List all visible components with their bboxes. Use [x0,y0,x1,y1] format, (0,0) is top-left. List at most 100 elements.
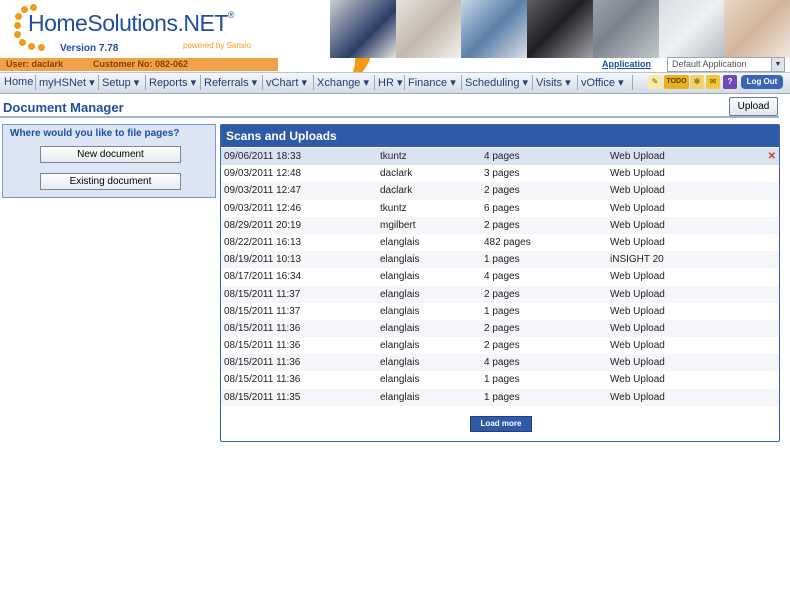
scan-pages: 4 pages [484,151,520,162]
page-title: Document Manager [3,100,124,115]
table-row[interactable]: 08/15/2011 11:36 elanglais 2 pages Web Uplo… [221,337,779,354]
scan-date: 09/03/2011 12:47 [224,185,302,197]
table-row[interactable]: 09/06/2011 18:33 tkuntz 4 pages Web Upload ✕ [221,148,779,166]
existing-document-button[interactable]: Existing document [40,173,181,190]
nav-finance[interactable]: Finance ▾ [408,76,456,89]
scan-user: tkuntz [380,202,407,214]
scan-pages: 482 pages [484,236,531,248]
user-info-bar: User: daclark Customer No: 082-062 [0,58,278,71]
nav-myhsnet[interactable]: myHSNet ▾ [39,76,95,89]
scan-pages: 2 pages [484,219,520,231]
table-row[interactable]: 08/29/2011 20:19 mgilbert 2 pages Web Uploa… [221,216,779,234]
gear-icon[interactable]: ✻ [690,75,704,89]
scan-source: Web Upload [610,374,665,386]
scan-date: 08/29/2011 20:19 [224,219,302,231]
scan-pages: 4 pages [484,271,520,283]
application-select[interactable]: Default Application ▼ [667,57,785,72]
scan-user: elanglais [380,391,420,403]
chevron-down-icon[interactable]: ▼ [771,58,784,71]
nav-setup[interactable]: Setup ▾ [102,76,139,89]
nav-visits[interactable]: Visits ▾ [536,76,571,89]
scan-date: 08/15/2011 11:35 [224,391,301,403]
scan-user: elanglais [380,271,420,283]
scans-panel-title: Scans and Uploads [226,129,337,143]
scan-user: daclark [380,168,413,180]
scans-and-uploads-panel: Scans and Uploads 09/06/2011 18:33 tkuntz… [220,124,780,442]
logout-button[interactable]: Log Out [741,75,783,89]
table-row[interactable]: 08/15/2011 11:36 elanglais 2 pages Web Uplo… [221,319,779,338]
current-user: User: daclark [6,59,64,69]
table-row[interactable]: 09/03/2011 12:48 daclark 3 pages Web Upload [221,165,779,182]
scan-source: Web Upload [610,236,665,248]
scan-user: elanglais [380,340,420,352]
scans-list: 09/06/2011 18:33 tkuntz 4 pages Web Upload ✕… [221,148,779,406]
version-label: Version 7.78 [60,43,119,54]
scan-source: Web Upload [610,288,665,300]
pencil-icon[interactable]: ✎ [648,75,662,89]
scans-panel-header: Scans and Uploads [221,125,779,147]
nav-referrals[interactable]: Referrals ▾ [204,76,257,89]
nav-reports[interactable]: Reports ▾ [149,76,196,89]
nav-vchart[interactable]: vChart ▾ [266,76,307,89]
application-link[interactable]: Application [602,59,651,69]
brand-name: HomeSolutions.NET® [28,10,235,36]
scan-date: 09/06/2011 18:33 [224,151,302,162]
upload-button[interactable]: Upload [729,97,778,116]
scan-date: 08/15/2011 11:37 [224,305,301,317]
scan-pages: 2 pages [484,185,520,197]
nav-home[interactable]: Home [4,76,33,88]
scan-pages: 2 pages [484,288,520,300]
brand-logo[interactable]: HomeSolutions.NET® Version 7.78 powered … [0,0,300,58]
scan-date: 08/15/2011 11:36 [224,357,301,369]
table-row[interactable]: 08/19/2011 10:13 elanglais 1 pages iNSIGHT … [221,251,779,269]
table-row[interactable]: 09/03/2011 12:46 tkuntz 6 pages Web Upload [221,200,779,217]
main-nav: Home myHSNet ▾ Setup ▾ Reports ▾ Referra… [0,72,790,94]
table-row[interactable]: 08/15/2011 11:36 elanglais 1 pages Web Uplo… [221,371,779,388]
scan-user: elanglais [380,236,420,248]
scan-source: Web Upload [610,151,665,162]
scan-pages: 3 pages [484,168,520,180]
scan-source: Web Upload [610,340,665,352]
scan-date: 08/22/2011 16:13 [224,236,302,248]
new-document-button[interactable]: New document [40,146,181,163]
scan-user: daclark [380,185,413,197]
nav-scheduling[interactable]: Scheduling ▾ [465,76,528,89]
scan-pages: 2 pages [484,322,520,334]
scan-source: Web Upload [610,305,665,317]
scan-pages: 6 pages [484,202,520,214]
scan-source: Web Upload [610,357,665,369]
table-row[interactable]: 08/17/2011 16:34 elanglais 4 pages Web Uplo… [221,268,779,285]
scan-date: 08/19/2011 10:13 [224,254,302,266]
title-divider [0,116,779,118]
scan-date: 09/03/2011 12:46 [224,202,302,214]
note-icon[interactable]: ✉ [706,75,720,89]
delete-icon[interactable]: ✕ [768,151,776,162]
scan-date: 08/15/2011 11:36 [224,374,301,386]
powered-by-label: powered by Sansio [183,41,252,50]
table-row[interactable]: 08/22/2011 16:13 elanglais 482 pages Web Up… [221,234,779,251]
application-selected-value: Default Application [672,59,747,69]
scan-user: tkuntz [380,151,407,162]
file-pages-title: Where would you like to file pages? [10,128,180,139]
table-row[interactable]: 08/15/2011 11:36 elanglais 4 pages Web Uplo… [221,354,779,372]
nav-xchange[interactable]: Xchange ▾ [317,76,369,89]
table-row[interactable]: 08/15/2011 11:37 elanglais 1 pages Web Uplo… [221,303,779,320]
nav-hr[interactable]: HR ▾ [378,76,402,89]
load-more-button[interactable]: Load more [470,416,532,432]
table-row[interactable]: 08/15/2011 11:37 elanglais 2 pages Web Uplo… [221,285,779,303]
app-header: HomeSolutions.NET® Version 7.78 powered … [0,0,790,72]
table-row[interactable]: 09/03/2011 12:47 daclark 2 pages Web Upload [221,182,779,200]
todo-icon[interactable]: TODO [664,75,689,89]
scan-date: 08/15/2011 11:37 [224,288,301,300]
scan-date: 08/15/2011 11:36 [224,322,301,334]
scan-pages: 2 pages [484,340,520,352]
scan-pages: 1 pages [484,254,520,266]
scan-pages: 1 pages [484,305,520,317]
help-icon[interactable]: ? [723,75,737,89]
scan-source: iNSIGHT 20 [610,254,664,266]
scan-user: elanglais [380,254,420,266]
scan-user: mgilbert [380,219,416,231]
scan-source: Web Upload [610,322,665,334]
nav-voffice[interactable]: vOffice ▾ [581,76,624,89]
table-row[interactable]: 08/15/2011 11:35 elanglais 1 pages Web Uplo… [221,388,779,406]
